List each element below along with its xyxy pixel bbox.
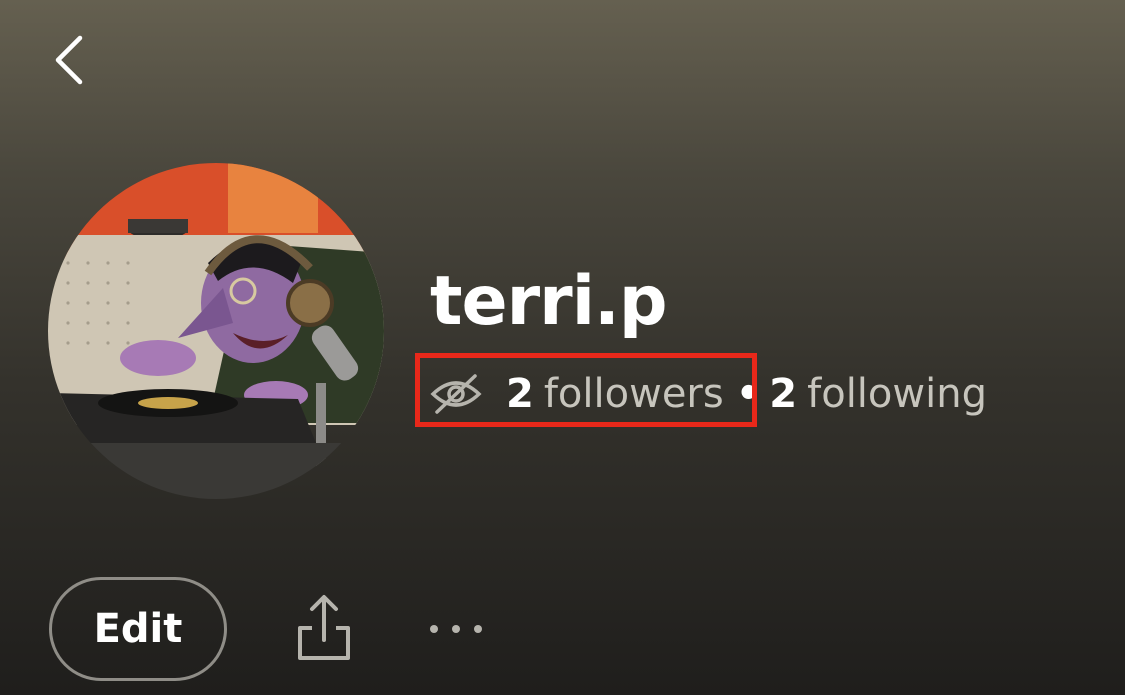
- stats-separator: •: [735, 371, 762, 417]
- share-icon: [298, 595, 350, 660]
- followers-label: followers: [543, 371, 724, 417]
- avatar-image: [48, 163, 384, 499]
- chevron-left-icon: [55, 35, 83, 85]
- eye-slash-icon: [430, 374, 482, 414]
- edit-button-label: Edit: [93, 606, 183, 652]
- profile-username: terri.p: [430, 262, 668, 341]
- more-options-button[interactable]: [424, 612, 488, 646]
- more-options-icon: [430, 625, 482, 633]
- following-count: 2: [769, 371, 798, 417]
- back-button[interactable]: [44, 28, 100, 92]
- followers-link[interactable]: 2 followers: [506, 371, 724, 417]
- following-label: following: [807, 371, 987, 417]
- edit-profile-button[interactable]: Edit: [49, 577, 227, 681]
- share-button[interactable]: [292, 592, 356, 662]
- followers-count: 2: [506, 371, 534, 417]
- following-link[interactable]: 2 following: [769, 371, 987, 417]
- profile-avatar[interactable]: [48, 163, 384, 499]
- profile-stats: 2 followers • 2 following: [430, 366, 987, 422]
